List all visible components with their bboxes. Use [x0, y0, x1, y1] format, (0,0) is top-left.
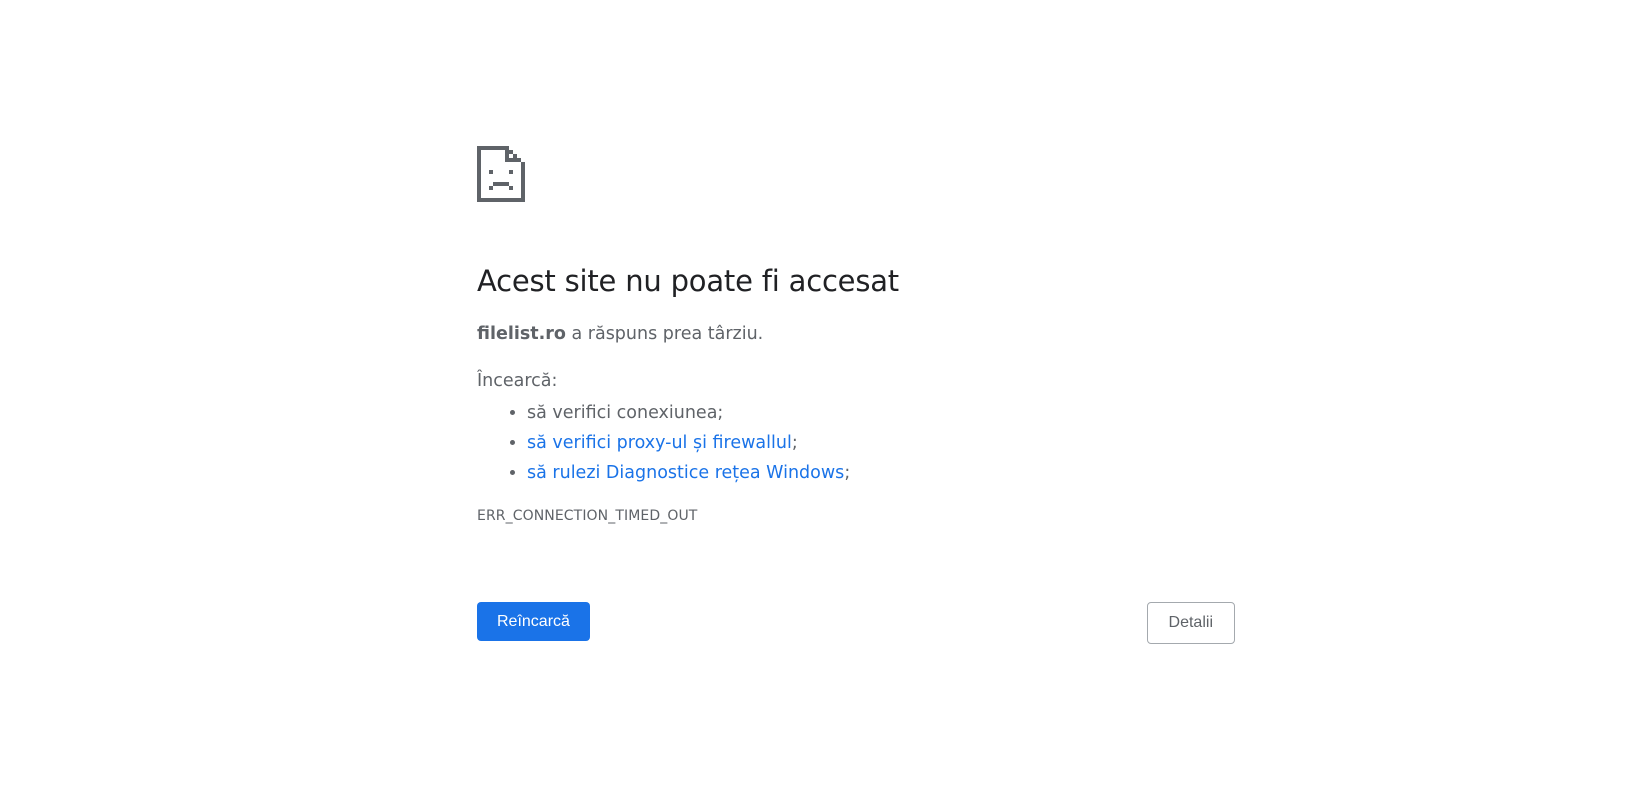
suggestions-heading: Încearcă:	[477, 370, 558, 391]
suggestion-run-diagnostics: să rulezi Diagnostice rețea Windows;	[527, 458, 1235, 488]
suggestion-suffix: ;	[844, 463, 851, 484]
details-button[interactable]: Detalii	[1146, 602, 1235, 644]
suggestion-suffix: ;	[791, 433, 798, 454]
summary-text: a răspuns prea târziu.	[565, 323, 764, 344]
error-summary: filelist.ro a răspuns prea târziu.	[477, 323, 1235, 346]
suggestion-check-connection: să verifici conexiunea;	[527, 398, 1235, 428]
error-code: ERR_CONNECTION_TIMED_OUT	[477, 508, 698, 525]
error-content: Acest site nu poate fi accesat filelist.…	[477, 146, 1235, 524]
check-proxy-firewall-link[interactable]: să verifici proxy-ul și firewallul	[527, 433, 792, 453]
sad-document-icon	[477, 146, 525, 202]
page-title: Acest site nu poate fi accesat	[477, 264, 899, 298]
suggestions-list: să verifici conexiunea; să verifici prox…	[477, 398, 1235, 488]
run-network-diagnostics-link[interactable]: să rulezi Diagnostice rețea Windows	[527, 463, 844, 483]
suggestion-check-proxy: să verifici proxy-ul și firewallul;	[527, 428, 1235, 458]
host-name: filelist.ro	[477, 323, 566, 344]
button-row: Reîncarcă Detalii	[477, 602, 1235, 644]
suggestion-text: să verifici conexiunea;	[527, 403, 724, 424]
reload-button[interactable]: Reîncarcă	[477, 602, 590, 641]
